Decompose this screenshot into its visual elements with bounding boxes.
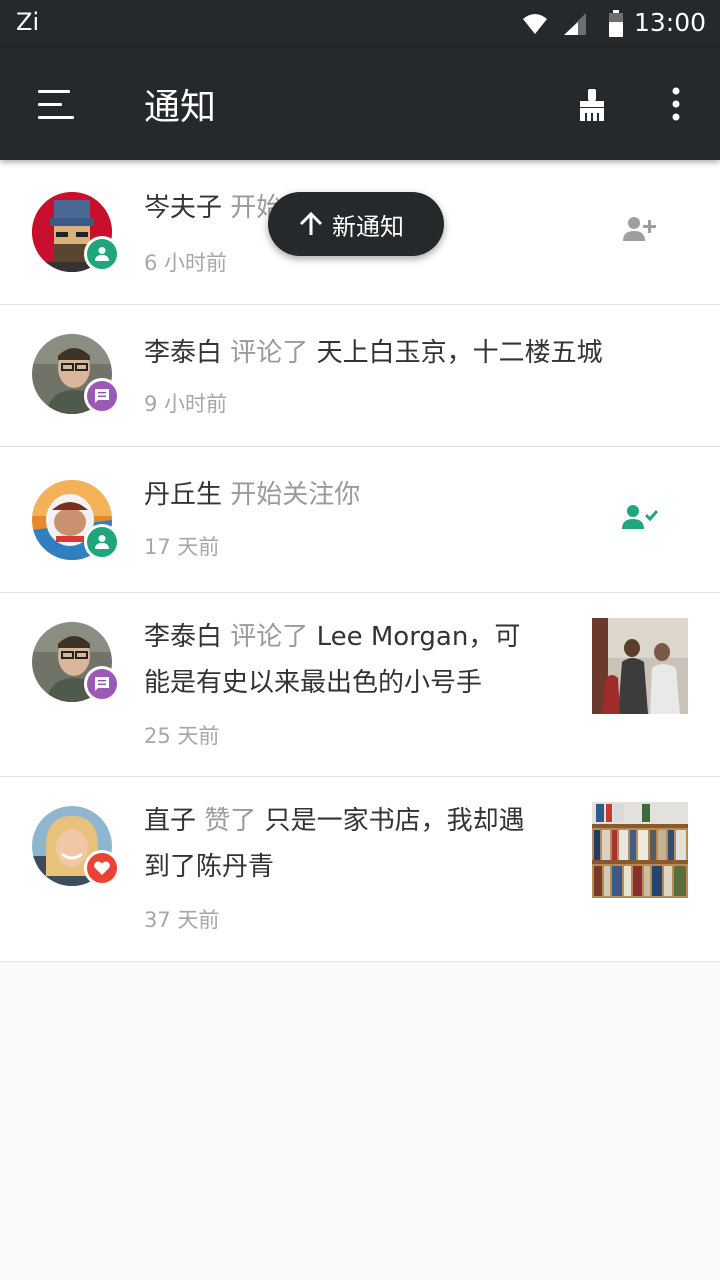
post-thumbnail[interactable] [592, 618, 688, 714]
notification-item[interactable]: 李泰白 评论了 Lee Morgan，可 能是有史以来最出色的小号手 25 天前 [0, 593, 720, 777]
timestamp: 9 小时前 [144, 392, 228, 416]
notification-list: 岑夫子 开始关注你 6 小时前 李泰白 [0, 160, 720, 962]
menu-button[interactable] [26, 78, 86, 130]
user-name[interactable]: 李泰白 [144, 622, 222, 652]
target-title[interactable]: 只是一家书店，我却遇 [265, 806, 525, 836]
badge-like [84, 850, 120, 886]
notification-text: 李泰白 评论了 Lee Morgan，可 [144, 614, 520, 660]
timestamp: 17 天前 [144, 535, 220, 559]
person-check-icon[interactable] [622, 503, 660, 531]
status-bar: Zi 13:00 [0, 0, 720, 48]
user-name[interactable]: 岑夫子 [144, 193, 222, 223]
bookshelf-photo [592, 802, 688, 898]
action-verb: 开始关注你 [230, 480, 361, 510]
target-title[interactable]: Lee Morgan，可 [317, 622, 521, 652]
clear-all-button[interactable] [568, 78, 616, 130]
badge-follow [84, 524, 120, 560]
target-title-cont[interactable]: 到了陈丹青 [144, 852, 274, 882]
comment-icon [95, 677, 109, 691]
pill-label: 新通知 [332, 212, 404, 241]
person-add-icon[interactable] [622, 214, 658, 244]
notification-text-line2: 能是有史以来最出色的小号手 [144, 660, 482, 706]
more-options-button[interactable] [652, 78, 700, 130]
action-verb: 评论了 [230, 622, 309, 652]
clear-all-icon [580, 89, 604, 121]
wifi-icon [523, 14, 547, 34]
badge-follow [84, 236, 120, 272]
menu-icon-mid [38, 103, 62, 106]
timestamp: 37 天前 [144, 908, 220, 932]
notification-text: 李泰白 评论了 天上白玉京，十二楼五城 [144, 330, 603, 376]
notification-item[interactable]: 李泰白 评论了 天上白玉京，十二楼五城 9 小时前 [0, 305, 720, 447]
notification-item[interactable]: 丹丘生 开始关注你 17 天前 [0, 447, 720, 593]
user-name[interactable]: 直子 [144, 806, 196, 836]
post-thumbnail[interactable] [592, 802, 688, 898]
clock: 13:00 [633, 8, 706, 37]
arrow-up-icon [299, 211, 323, 235]
badge-comment [84, 666, 120, 702]
page-title: 通知 [144, 87, 217, 128]
person-icon [95, 247, 109, 261]
menu-icon [38, 90, 70, 93]
target-title[interactable]: 天上白玉京，十二楼五城 [317, 338, 603, 368]
timestamp: 6 小时前 [144, 251, 228, 275]
user-name[interactable]: 李泰白 [144, 338, 222, 368]
timestamp: 25 天前 [144, 724, 220, 748]
menu-icon-bottom [38, 116, 74, 119]
person-icon [95, 535, 109, 549]
app-bar: 通知 [0, 48, 720, 160]
battery-icon [609, 10, 623, 37]
comment-icon [95, 389, 109, 403]
more-vert-icon [672, 87, 680, 121]
target-title-cont[interactable]: 能是有史以来最出色的小号手 [144, 668, 482, 698]
new-notifications-pill[interactable]: 新通知 [268, 192, 444, 256]
notification-text-line2: 到了陈丹青 [144, 844, 274, 890]
action-verb: 评论了 [230, 338, 309, 368]
notification-item[interactable]: 直子 赞了 只是一家书店，我却遇 到了陈丹青 37 天前 [0, 777, 720, 962]
notification-text: 直子 赞了 只是一家书店，我却遇 [144, 798, 525, 844]
action-verb: 赞了 [204, 806, 257, 836]
concert-photo [592, 618, 688, 714]
heart-icon [94, 861, 110, 875]
carrier-label: Zi [16, 8, 40, 36]
signal-icon [564, 13, 586, 35]
notification-text: 丹丘生 开始关注你 [144, 472, 360, 518]
user-name[interactable]: 丹丘生 [144, 480, 222, 510]
badge-comment [84, 378, 120, 414]
